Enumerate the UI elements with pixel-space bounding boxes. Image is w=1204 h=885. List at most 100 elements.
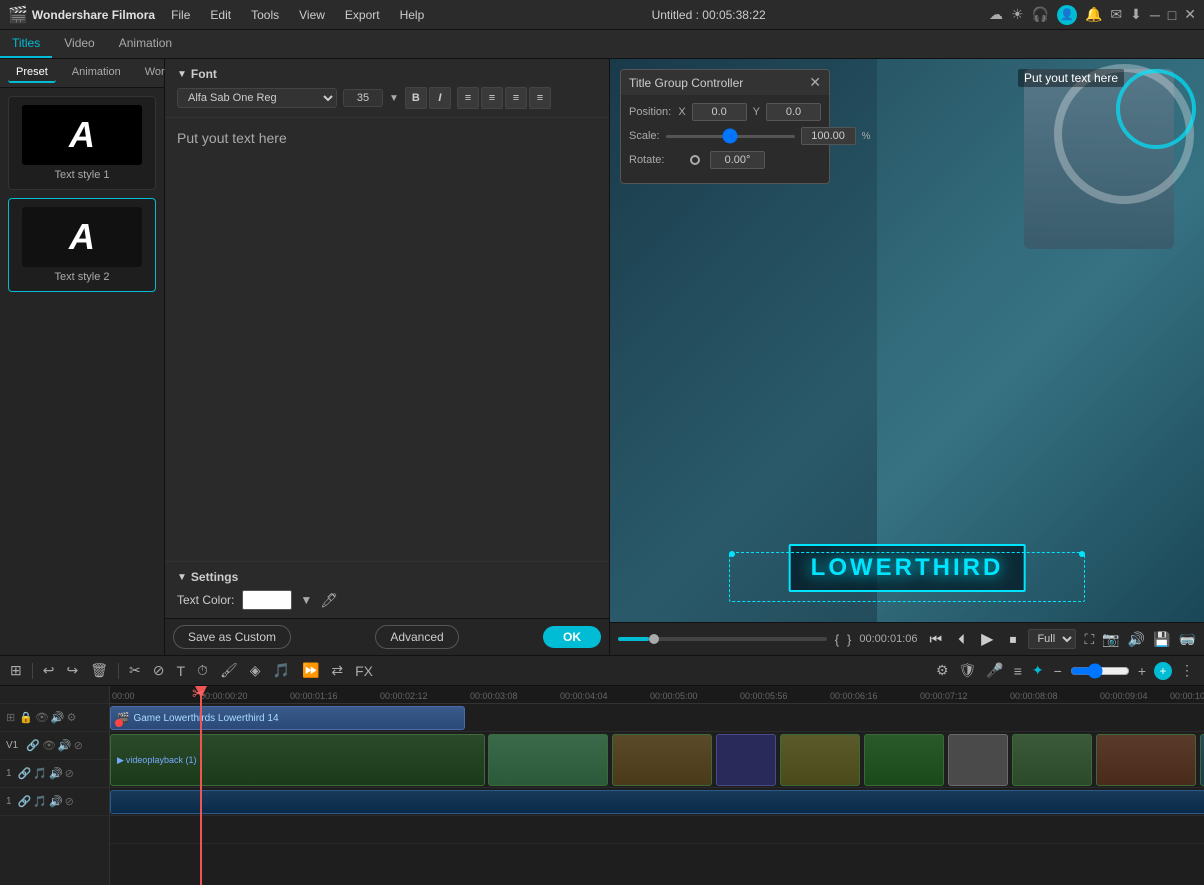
redo-button[interactable]: ↪ xyxy=(64,660,80,681)
delete-button[interactable]: 🗑 xyxy=(88,660,110,681)
track-hide-icon[interactable]: ⊘ xyxy=(74,739,83,752)
playhead[interactable] xyxy=(200,686,202,885)
video-clip-3[interactable] xyxy=(612,734,712,786)
video-clip-10[interactable] xyxy=(1200,734,1204,786)
step-back-button[interactable]: ⏴ xyxy=(954,629,969,650)
menu-view[interactable]: View xyxy=(295,8,329,22)
title-clip[interactable]: 🎬 Game Lowerthirds Lowerthird 14 xyxy=(110,706,465,730)
scale-input[interactable] xyxy=(801,127,856,145)
track-lock-icon[interactable]: 🔒 xyxy=(19,711,33,724)
audio-clip-1[interactable] xyxy=(110,790,1204,814)
settings-button[interactable]: ⚙ xyxy=(934,660,951,681)
video-clip-2[interactable] xyxy=(488,734,608,786)
sun-icon[interactable]: ☀ xyxy=(1011,6,1024,23)
video-clip-1[interactable]: ▶ videoplayback (1) xyxy=(110,734,485,786)
maximize-btn[interactable]: □ xyxy=(1168,7,1176,23)
color-dropdown-icon[interactable]: ▼ xyxy=(300,593,312,607)
transition-button[interactable]: ⇄ xyxy=(329,660,345,681)
undo-button[interactable]: ↩ xyxy=(41,660,57,681)
track-audio-eye-icon[interactable]: 🎵 xyxy=(33,767,47,780)
zoom-out-button[interactable]: − xyxy=(1052,661,1064,681)
menu-export[interactable]: Export xyxy=(341,8,384,22)
track-audio2-link-icon[interactable]: 🔗 xyxy=(18,795,32,808)
font-family-select[interactable]: Alfa Sab One Reg xyxy=(177,88,337,108)
font-size-dropdown-icon[interactable]: ▼ xyxy=(389,93,399,104)
fullscreen-icon[interactable]: ⛶ xyxy=(1084,631,1094,648)
timer-button[interactable]: ⏱ xyxy=(195,660,210,681)
track-audio-mute-icon[interactable]: ⊘ xyxy=(65,767,74,780)
position-y-input[interactable] xyxy=(766,103,821,121)
minimize-btn[interactable]: ─ xyxy=(1150,7,1160,23)
more-button[interactable]: ⋮ xyxy=(1178,660,1196,681)
menu-help[interactable]: Help xyxy=(396,8,429,22)
scale-slider[interactable] xyxy=(666,135,795,138)
shield-button[interactable]: 🛡 xyxy=(957,660,979,681)
progress-thumb[interactable] xyxy=(649,634,659,644)
grid-button[interactable]: ⊞ xyxy=(8,660,24,681)
video-clip-5[interactable] xyxy=(780,734,860,786)
track-audio2-mute-icon[interactable]: ⊘ xyxy=(65,795,74,808)
rotate-input[interactable] xyxy=(710,151,765,169)
menu-tools[interactable]: Tools xyxy=(247,8,283,22)
bracket-right-icon[interactable]: } xyxy=(847,632,851,647)
vr-icon[interactable]: 🥽 xyxy=(1179,631,1196,648)
save-custom-button[interactable]: Save as Custom xyxy=(173,625,291,649)
advanced-button[interactable]: Advanced xyxy=(375,625,458,649)
menu-file[interactable]: File xyxy=(167,8,194,22)
italic-button[interactable]: I xyxy=(429,87,451,109)
dialog-close-icon[interactable]: ✕ xyxy=(809,74,821,91)
layers-button[interactable]: ≡ xyxy=(1012,661,1024,681)
track-add-icon[interactable]: ⊞ xyxy=(6,711,15,724)
track-audio-link-icon[interactable]: 🔗 xyxy=(18,767,32,780)
bold-button[interactable]: B xyxy=(405,87,427,109)
track-audio2-eye-icon[interactable]: 🎵 xyxy=(33,795,47,808)
align-right-button[interactable]: ≡ xyxy=(505,87,527,109)
quality-select[interactable]: Full 1/2 1/4 xyxy=(1028,629,1076,649)
video-clip-8[interactable] xyxy=(1012,734,1092,786)
settings-header[interactable]: ▼ Settings xyxy=(177,570,597,584)
brush-button[interactable]: 🖌 xyxy=(218,660,240,681)
headphones-icon[interactable]: 🎧 xyxy=(1032,6,1049,23)
align-left-button[interactable]: ≡ xyxy=(457,87,479,109)
zoom-in-button[interactable]: + xyxy=(1136,661,1148,681)
font-section-header[interactable]: ▼ Font xyxy=(177,67,597,81)
font-size-input[interactable] xyxy=(343,89,383,107)
close-btn[interactable]: ✕ xyxy=(1184,6,1196,23)
tab-animation[interactable]: Animation xyxy=(107,30,184,58)
cloud-icon[interactable]: ☁ xyxy=(989,6,1003,23)
notification-icon[interactable]: 🔔 xyxy=(1085,6,1102,23)
subtab-animation[interactable]: Animation xyxy=(64,63,129,83)
video-clip-9[interactable] xyxy=(1096,734,1196,786)
text-button[interactable]: T xyxy=(174,661,187,681)
track-eye2-icon[interactable]: 👁 xyxy=(42,739,56,752)
circle-cut-button[interactable]: ⊘ xyxy=(151,660,167,681)
sparkle-button[interactable]: ✦ xyxy=(1030,660,1046,681)
text-color-swatch[interactable] xyxy=(242,590,292,610)
video-clip-4[interactable] xyxy=(716,734,776,786)
track-settings-icon[interactable]: ⚙ xyxy=(67,711,77,724)
video-clip-7[interactable] xyxy=(948,734,1008,786)
tab-video[interactable]: Video xyxy=(52,30,106,58)
cut-button[interactable]: ✂ xyxy=(127,660,143,681)
play-button[interactable]: ▶ xyxy=(977,627,997,651)
track-vol2-icon[interactable]: 🔊 xyxy=(58,739,72,752)
download-icon[interactable]: ⬇ xyxy=(1130,6,1142,23)
list-item[interactable]: A Text style 2 xyxy=(8,198,156,292)
track-vol-icon[interactable]: 🔊 xyxy=(51,711,65,724)
subtab-preset[interactable]: Preset xyxy=(8,63,56,83)
ok-button[interactable]: OK xyxy=(543,626,601,648)
save-frame-icon[interactable]: 💾 xyxy=(1153,631,1170,648)
speed-button[interactable]: ⏩ xyxy=(300,660,321,681)
effects-button[interactable]: ◈ xyxy=(248,660,263,681)
audio-mix-button[interactable]: 🎵 xyxy=(271,660,292,681)
stop-button[interactable]: ⏹ xyxy=(1005,629,1020,650)
track-eye-icon[interactable]: 👁 xyxy=(35,711,49,724)
add-track-button[interactable]: + xyxy=(1154,662,1172,680)
skip-back-button[interactable]: ⏮ xyxy=(926,629,947,650)
track-audio2-vol-icon[interactable]: 🔊 xyxy=(49,795,63,808)
mail-icon[interactable]: ✉ xyxy=(1110,6,1122,23)
eyedropper-icon[interactable]: 🖊 xyxy=(320,592,338,609)
dialog-header[interactable]: Title Group Controller ✕ xyxy=(621,70,829,95)
track-link-icon[interactable]: 🔗 xyxy=(26,739,40,752)
menu-edit[interactable]: Edit xyxy=(206,8,235,22)
